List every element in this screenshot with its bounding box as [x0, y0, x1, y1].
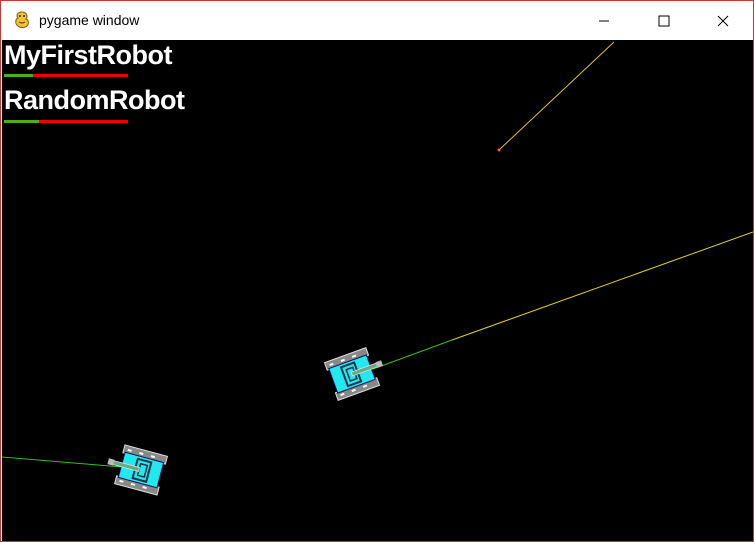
window-title: pygame window: [39, 12, 140, 28]
game-arena[interactable]: MyFirstRobot RandomRobot: [2, 40, 753, 541]
pygame-window: pygame window MyFirstRobot RandomRobot: [0, 0, 754, 542]
radar-line-2: [2, 456, 123, 468]
robot-tank-1: [323, 347, 384, 401]
arena-scene: [2, 41, 753, 496]
close-icon: [717, 15, 729, 27]
pygame-snake-icon: [13, 11, 31, 29]
minimize-button[interactable]: [581, 1, 627, 40]
radar-line-1-yellow: [451, 231, 753, 341]
bullet: [497, 148, 501, 152]
robot-tank-2: [107, 444, 169, 496]
maximize-icon: [658, 15, 670, 27]
maximize-button[interactable]: [641, 1, 687, 40]
title-bar[interactable]: pygame window: [1, 1, 753, 40]
radar-line-1-green: [361, 339, 453, 374]
close-button[interactable]: [700, 1, 746, 40]
minimize-icon: [598, 15, 610, 27]
bullet-trail: [498, 41, 615, 151]
